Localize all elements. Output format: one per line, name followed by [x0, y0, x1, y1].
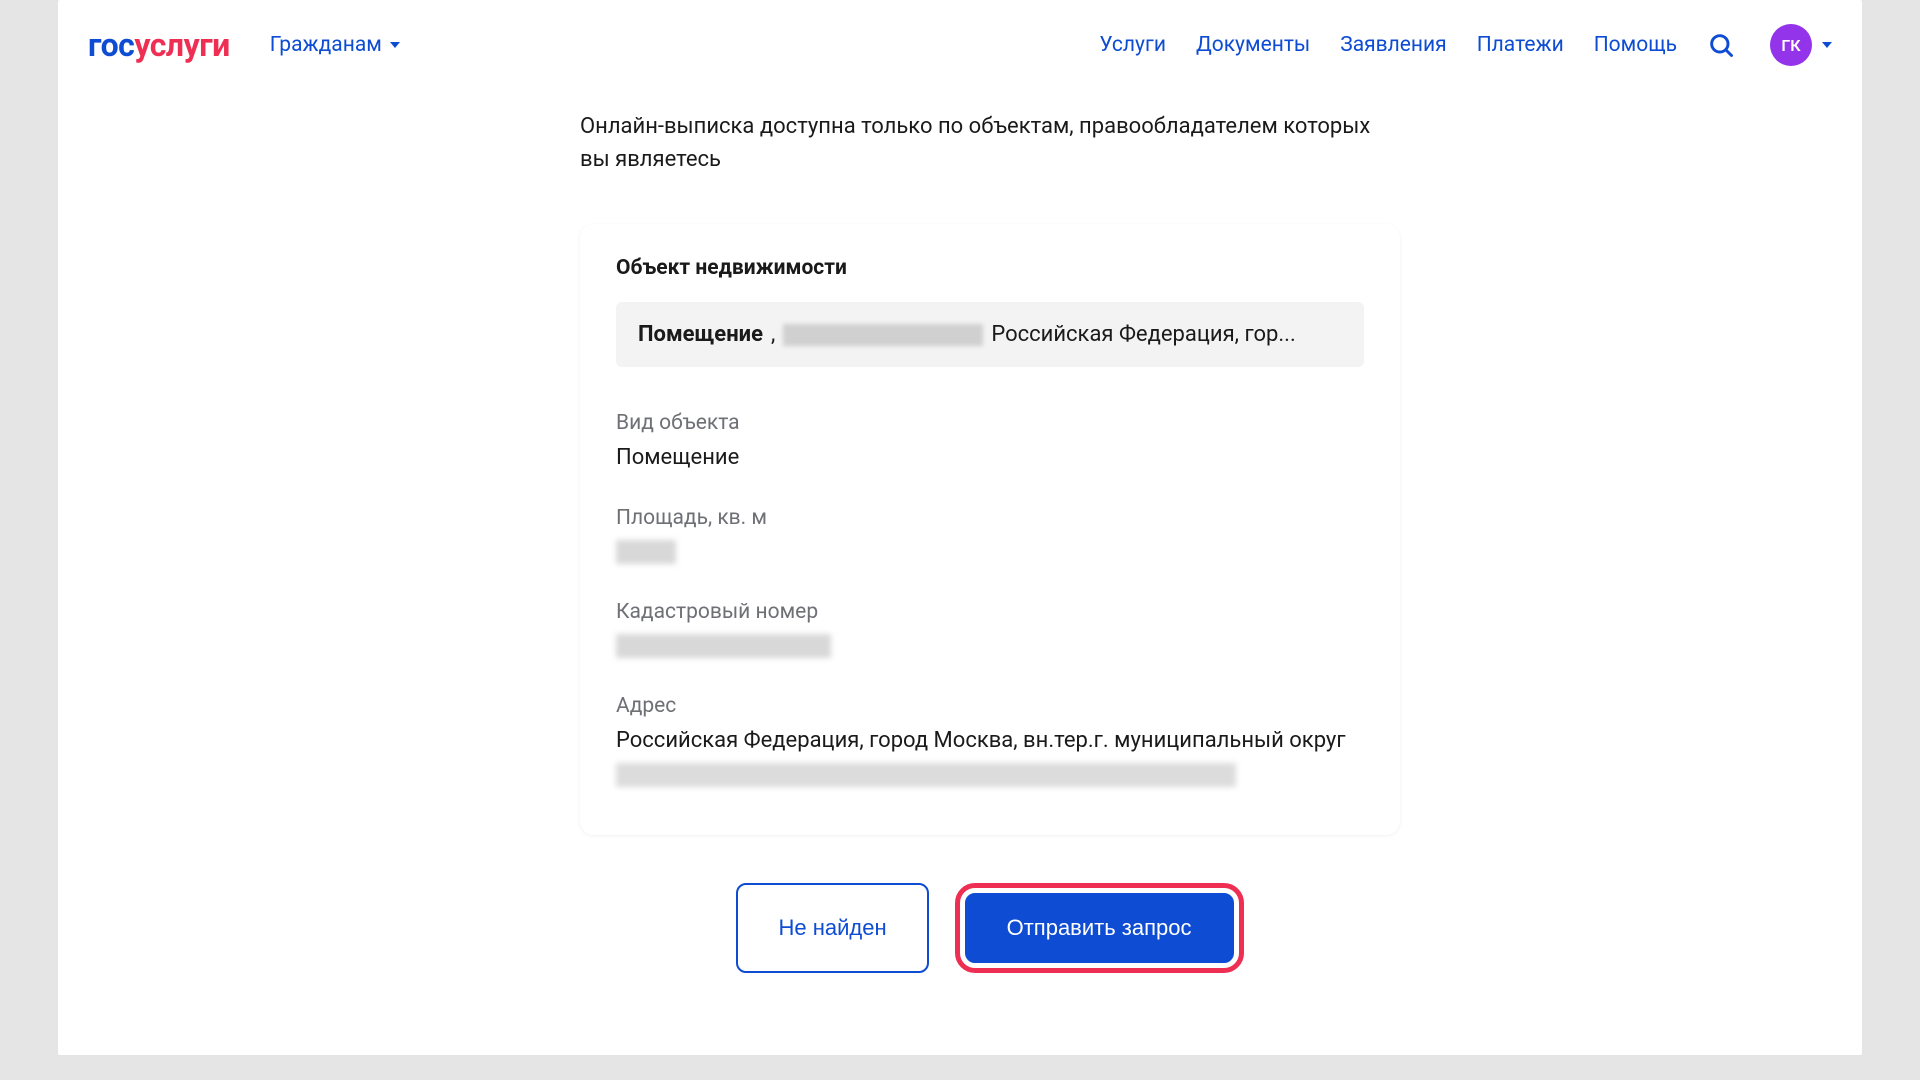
citizens-dropdown[interactable]: Гражданам — [270, 33, 400, 57]
logo-uslugi: услуги — [134, 26, 229, 64]
field-value-type: Помещение — [616, 445, 1364, 470]
logo-gos: гос — [88, 26, 134, 64]
nav-documents[interactable]: Документы — [1196, 33, 1310, 57]
button-row: Не найден Отправить запрос — [580, 883, 1400, 973]
address-line1: Российская Федерация, город Москва, вн.т… — [616, 728, 1364, 753]
field-cadastral: Кадастровый номер — [616, 600, 1364, 658]
field-label-area: Площадь, кв. м — [616, 506, 1364, 530]
object-comma: , — [771, 322, 775, 347]
field-area: Площадь, кв. м — [616, 506, 1364, 564]
property-card: Объект недвижимости Помещение, Российска… — [580, 224, 1400, 835]
header: госуслуги Гражданам Услуги Документы Зая… — [58, 0, 1862, 90]
redacted-cadastral-value — [616, 634, 831, 658]
redacted-area-value — [616, 540, 676, 564]
nav-services[interactable]: Услуги — [1099, 33, 1166, 57]
nav-payments[interactable]: Платежи — [1477, 33, 1564, 57]
object-summary[interactable]: Помещение, Российская Федерация, гор... — [616, 302, 1364, 367]
nav-links: Услуги Документы Заявления Платежи Помощ… — [1099, 31, 1735, 59]
redacted-text — [783, 324, 983, 346]
logo[interactable]: госуслуги — [88, 26, 230, 64]
chevron-down-icon — [390, 42, 400, 48]
nav-applications[interactable]: Заявления — [1340, 33, 1446, 57]
submit-button[interactable]: Отправить запрос — [965, 893, 1234, 963]
not-found-button[interactable]: Не найден — [736, 883, 928, 973]
redacted-address-line2 — [616, 763, 1236, 787]
intro-text: Онлайн-выписка доступна только по объект… — [580, 110, 1400, 176]
user-menu[interactable]: ГК — [1770, 24, 1832, 66]
citizens-label: Гражданам — [270, 33, 382, 57]
avatar: ГК — [1770, 24, 1812, 66]
highlight-ring: Отправить запрос — [955, 883, 1244, 973]
field-label-type: Вид объекта — [616, 411, 1364, 435]
content: Онлайн-выписка доступна только по объект… — [58, 90, 1862, 973]
object-type: Помещение — [638, 322, 763, 347]
field-type: Вид объекта Помещение — [616, 411, 1364, 470]
search-icon[interactable] — [1707, 31, 1735, 59]
object-suffix: Российская Федерация, гор... — [991, 322, 1295, 347]
field-address: Адрес Российская Федерация, город Москва… — [616, 694, 1364, 787]
field-label-cadastral: Кадастровый номер — [616, 600, 1364, 624]
field-label-address: Адрес — [616, 694, 1364, 718]
nav-help[interactable]: Помощь — [1594, 33, 1677, 57]
card-title: Объект недвижимости — [616, 256, 1364, 280]
chevron-down-icon — [1822, 42, 1832, 48]
